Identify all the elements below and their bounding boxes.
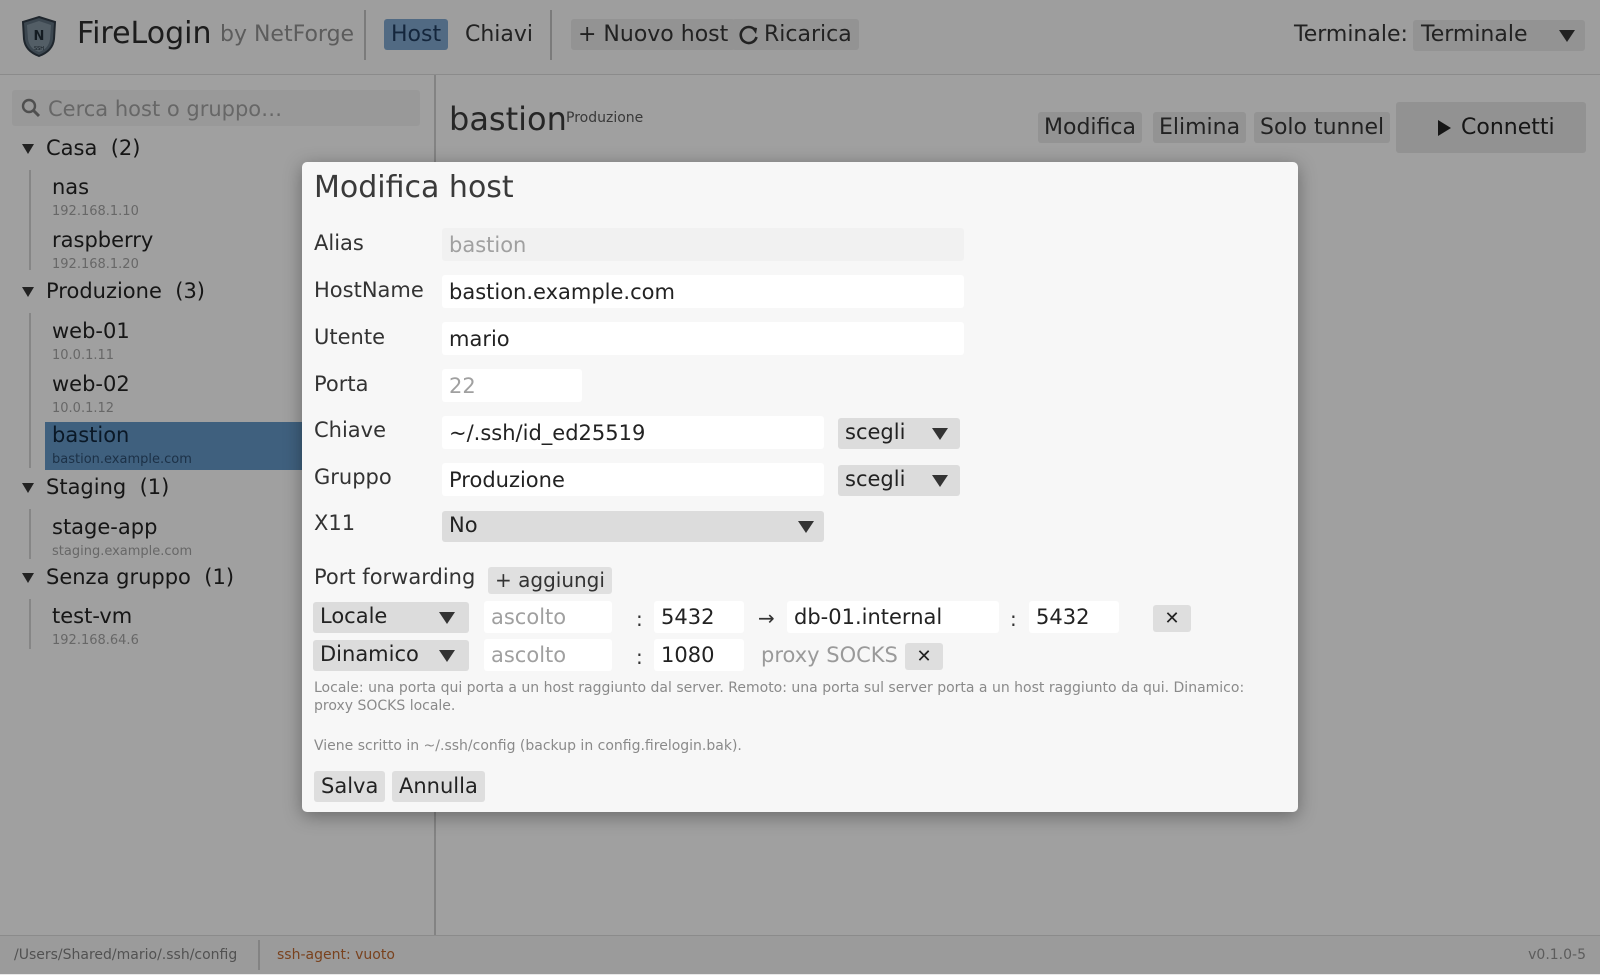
group-input[interactable] [442, 463, 824, 496]
user-field[interactable] [442, 322, 964, 355]
listen-port-input[interactable] [654, 639, 744, 671]
add-forward-button[interactable]: + aggiungi [488, 567, 612, 594]
forward-arrow: → [758, 606, 775, 630]
dest-port-input[interactable] [1029, 601, 1119, 633]
chevron-down-icon [932, 428, 948, 440]
group-label: Gruppo [314, 465, 392, 489]
forward-type-value: Locale [320, 604, 388, 628]
listen-host-input[interactable] [484, 601, 612, 633]
chevron-down-icon [932, 475, 948, 487]
cancel-button[interactable]: Annulla [392, 771, 485, 802]
colon-separator: : [1010, 607, 1017, 631]
edit-host-dialog: Modifica host Alias HostName Utente Port… [302, 162, 1298, 812]
key-field[interactable] [442, 416, 824, 449]
forward-type-value: Dinamico [320, 642, 419, 666]
forward-type-select[interactable]: Dinamico [313, 640, 469, 671]
config-write-note: Viene scritto in ~/.ssh/config (backup i… [314, 738, 742, 754]
choose-key-label: scegli [845, 420, 906, 444]
forward-type-select[interactable]: Locale [313, 602, 469, 633]
listen-port-field[interactable] [654, 639, 744, 671]
dialog-title: Modifica host [314, 170, 514, 205]
x11-label: X11 [314, 511, 356, 535]
socks-proxy-note: proxy SOCKS [761, 643, 898, 667]
listen-host-field[interactable] [484, 639, 612, 671]
chevron-down-icon [439, 650, 455, 662]
dest-port-field[interactable] [1029, 601, 1119, 633]
listen-port-field[interactable] [654, 601, 744, 633]
port-forwarding-label: Port forwarding [314, 565, 476, 589]
alias-label: Alias [314, 231, 364, 255]
listen-host-input[interactable] [484, 639, 612, 671]
hostname-label: HostName [314, 278, 424, 302]
alias-input[interactable] [442, 228, 964, 261]
save-button[interactable]: Salva [314, 771, 386, 802]
hostname-input[interactable] [442, 275, 964, 308]
colon-separator: : [636, 607, 643, 631]
remove-forward-button[interactable]: ✕ [905, 643, 943, 670]
colon-separator: : [636, 645, 643, 669]
choose-group-label: scegli [845, 467, 906, 491]
key-label: Chiave [314, 418, 387, 442]
choose-group-dropdown[interactable]: scegli [838, 465, 960, 496]
user-label: Utente [314, 325, 385, 349]
dest-host-field[interactable] [787, 601, 999, 633]
user-input[interactable] [442, 322, 964, 355]
listen-port-input[interactable] [654, 601, 744, 633]
choose-key-dropdown[interactable]: scegli [838, 418, 960, 449]
port-label: Porta [314, 372, 369, 396]
x11-select[interactable]: No [442, 511, 824, 542]
dest-host-input[interactable] [787, 601, 999, 633]
chevron-down-icon [798, 521, 814, 533]
group-field[interactable] [442, 463, 824, 496]
x11-select-value: No [449, 513, 478, 537]
alias-field[interactable] [442, 228, 964, 261]
listen-host-field[interactable] [484, 601, 612, 633]
key-input[interactable] [442, 416, 824, 449]
remove-forward-button[interactable]: ✕ [1153, 605, 1191, 632]
close-icon: ✕ [916, 646, 932, 667]
port-input[interactable] [442, 369, 582, 402]
hostname-field[interactable] [442, 275, 964, 308]
port-field[interactable] [442, 369, 582, 402]
forward-help-text: Locale: una porta qui porta a un host ra… [314, 680, 1245, 714]
close-icon: ✕ [1164, 608, 1180, 629]
chevron-down-icon [439, 612, 455, 624]
